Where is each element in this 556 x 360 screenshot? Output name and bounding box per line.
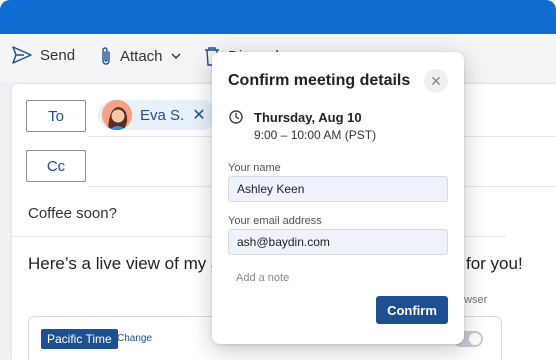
cc-button[interactable]: Cc — [26, 150, 86, 182]
body-text-end[interactable]: for you! — [466, 254, 523, 274]
chevron-down-icon — [171, 53, 181, 60]
name-label: Your name — [228, 162, 281, 174]
confirm-meeting-dialog: Confirm meeting details ✕ Thursday, Aug … — [212, 52, 464, 344]
name-field[interactable] — [228, 176, 448, 202]
send-label: Send — [40, 46, 76, 64]
window-top-bar — [0, 0, 556, 34]
meeting-time: 9:00 – 10:00 AM (PST) — [254, 128, 377, 142]
remove-recipient-icon[interactable]: ✕ — [192, 105, 205, 125]
recipient-chip[interactable]: Eva S. ✕ — [98, 100, 216, 130]
send-button[interactable]: Send — [12, 46, 75, 64]
to-label: To — [48, 107, 64, 125]
timezone-badge: Pacific Time — [41, 329, 118, 349]
attach-button[interactable]: Attach — [100, 46, 181, 66]
email-field[interactable] — [228, 229, 448, 255]
recipient-name: Eva S. — [140, 106, 185, 124]
confirm-button[interactable]: Confirm — [376, 296, 448, 324]
note-field[interactable]: Add a note — [236, 272, 289, 284]
meeting-date: Thursday, Aug 10 — [254, 110, 362, 125]
body-text[interactable]: Here’s a live view of my ava — [28, 254, 238, 274]
cc-label: Cc — [46, 157, 66, 175]
confirm-label: Confirm — [387, 302, 437, 318]
attach-label: Attach — [120, 47, 163, 65]
clock-icon — [229, 110, 243, 124]
dialog-title: Confirm meeting details — [228, 72, 411, 89]
timezone-change-link[interactable]: Change — [117, 333, 152, 344]
paperclip-icon — [102, 47, 110, 65]
avatar — [102, 100, 132, 130]
close-icon[interactable]: ✕ — [424, 69, 448, 93]
to-button[interactable]: To — [26, 100, 86, 132]
subject-field[interactable]: Coffee soon? — [28, 205, 117, 222]
send-icon — [12, 46, 32, 64]
email-label: Your email address — [228, 215, 322, 227]
